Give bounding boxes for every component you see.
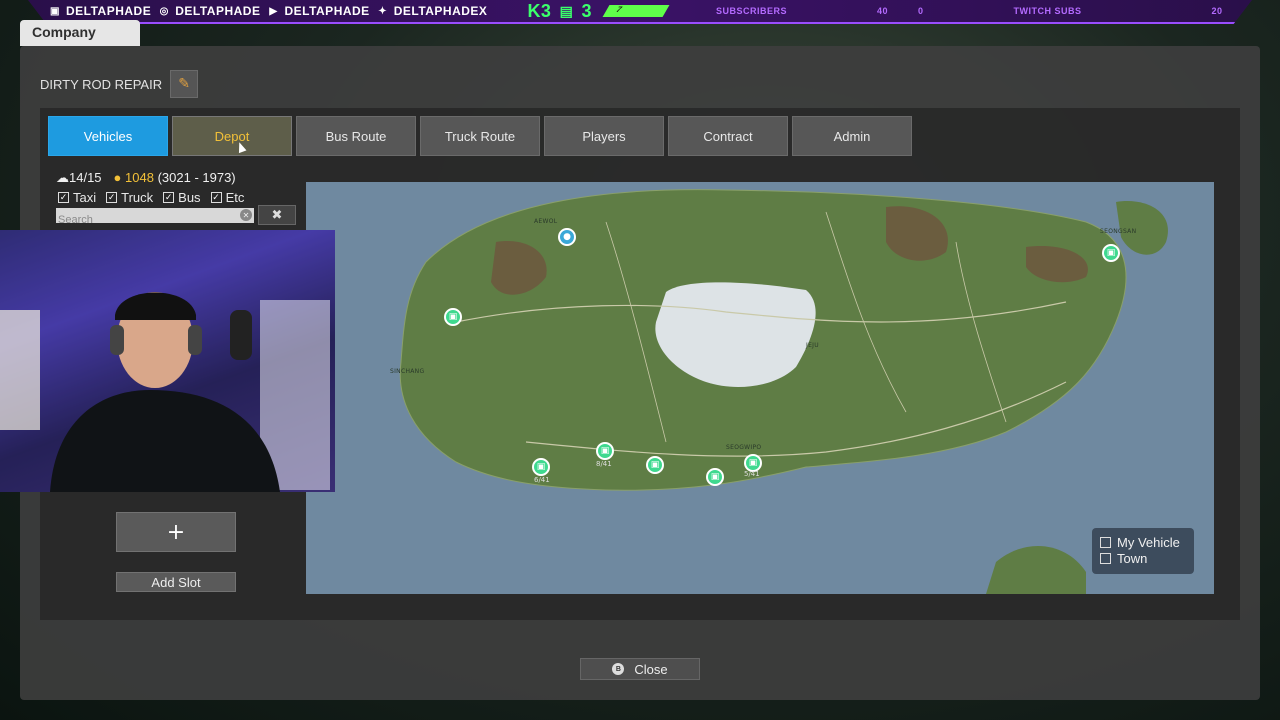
tab-truck-route[interactable]: Truck Route (420, 116, 540, 156)
stats-row: ☁14/15 ● 1048 (3021 - 1973) (56, 170, 236, 186)
legend-my-vehicle-label: My Vehicle (1117, 534, 1180, 550)
tab-bar: Vehicles Depot Bus Route Truck Route Pla… (48, 116, 912, 156)
chat-stat: 3 (581, 0, 592, 21)
tab-contract[interactable]: Contract (668, 116, 788, 156)
bus-stop-marker[interactable]: ▣ (706, 468, 724, 486)
filter-bus-label: Bus (178, 190, 201, 205)
coin-value: 1048 (125, 170, 154, 185)
vehicle-count: ☁14/15 (56, 170, 102, 186)
bus-stop-marker[interactable]: ▣ (444, 308, 462, 326)
subscribers-label: SUBSCRIBERS (715, 6, 787, 16)
town-label: SINCHANG (390, 368, 425, 375)
vehicle-count-value: 14/15 (69, 170, 102, 185)
filter-truck-label: Truck (121, 190, 154, 205)
add-slot-button[interactable]: Add Slot (116, 572, 236, 592)
bus-stop-marker[interactable]: ▣ (1102, 244, 1120, 262)
social-youtube: ▶ DELTAPHADE (266, 4, 369, 18)
tab-bus-route[interactable]: Bus Route (296, 116, 416, 156)
wrench-icon: ✖ (271, 207, 283, 223)
bus-stop-marker[interactable]: ▣ (646, 456, 664, 474)
filter-truck[interactable]: ✓ Truck (106, 190, 153, 205)
search-input[interactable] (56, 212, 236, 228)
location-pin-marker[interactable]: ● (558, 228, 576, 246)
close-label: Close (634, 661, 668, 677)
town-label: AEWOL (534, 218, 558, 225)
coin-range: (3021 - 1973) (157, 170, 236, 185)
company-tab[interactable]: Company (20, 20, 140, 46)
social-handles: ▣ DELTAPHADE ◎ DELTAPHADE ▶ DELTAPHADE ✦… (48, 4, 487, 18)
filter-etc[interactable]: ✓ Etc (210, 190, 245, 205)
company-name: DIRTY ROD REPAIR (40, 76, 163, 92)
checkbox-taxi[interactable]: ✓ (58, 192, 69, 203)
company-header: DIRTY ROD REPAIR ✎ (40, 70, 199, 98)
town-label: SEOGWIPO (726, 444, 762, 451)
tools-button[interactable]: ✖ (258, 205, 296, 225)
route-label: 8/41 (596, 460, 612, 468)
checkbox-etc[interactable]: ✓ (210, 192, 222, 203)
tab-vehicles[interactable]: Vehicles (48, 116, 168, 156)
clear-icon[interactable]: ✕ (240, 209, 252, 221)
twitter-icon: ✦ (378, 5, 388, 17)
social-instagram: ◎ DELTAPHADE (157, 4, 260, 18)
town-label: JEJU (806, 342, 819, 349)
tab-depot[interactable]: Depot (172, 116, 292, 156)
subscribers-a: 40 (876, 6, 888, 16)
social-twitter: ✦ DELTAPHADEX (376, 4, 488, 18)
webcam-person-graphic (0, 230, 335, 492)
bus-stop-marker[interactable]: ▣ (532, 458, 550, 476)
twitch-icon: ▣ (50, 5, 60, 17)
instagram-handle: DELTAPHADE (175, 4, 261, 18)
add-vehicle-button[interactable]: + (116, 512, 236, 552)
checkbox-town[interactable] (1100, 552, 1111, 564)
depot-map[interactable]: ▣ ▣ ▣ ▣ ▣ ▣ ▣ ● 8/41 6/41 5/41 AEWOL SIN… (306, 182, 1214, 594)
legend-town-label: Town (1117, 550, 1148, 566)
route-label: 5/41 (744, 470, 760, 478)
overlay-meter: 7 SUBSCRIBERS 40 0 TWITCH SUBS 20 (602, 5, 1223, 17)
southern-island (986, 545, 1086, 594)
filter-taxi-label: Taxi (73, 190, 97, 205)
overlay-stats: K3 ▤ 3 (527, 1, 592, 22)
island-map-graphic (399, 189, 1168, 594)
edit-name-button[interactable]: ✎ (170, 70, 199, 98)
coin-icon: ● (113, 170, 122, 185)
coin-stat: ● 1048 (3021 - 1973) (114, 170, 236, 186)
tab-admin[interactable]: Admin (792, 116, 912, 156)
twitter-handle: DELTAPHADEX (393, 4, 488, 18)
filter-etc-label: Etc (225, 190, 245, 205)
bus-stop-marker[interactable]: ▣ (596, 442, 614, 460)
overlay-progress-value: 7 (614, 5, 625, 14)
edit-icon: ✎ (178, 76, 190, 92)
stream-overlay-bar: ▣ DELTAPHADE ◎ DELTAPHADE ▶ DELTAPHADE ✦… (28, 0, 1252, 24)
instagram-icon: ◎ (159, 5, 169, 17)
checkbox-truck[interactable]: ✓ (106, 192, 118, 203)
youtube-handle: DELTAPHADE (284, 4, 370, 18)
vehicle-icon: ☁ (56, 170, 69, 185)
filter-taxi[interactable]: ✓ Taxi (58, 190, 96, 205)
vehicle-filters: ✓ Taxi ✓ Truck ✓ Bus ✓ Etc (58, 190, 244, 205)
twitch-subs-value: 20 (1211, 6, 1223, 16)
youtube-icon: ▶ (269, 5, 278, 17)
checkbox-my-vehicle[interactable] (1100, 536, 1111, 548)
webcam-overlay (0, 230, 335, 492)
checkbox-bus[interactable]: ✓ (163, 192, 175, 203)
map-legend: My Vehicle Town (1092, 528, 1194, 574)
filter-bus[interactable]: ✓ Bus (163, 190, 201, 205)
search-box: ✕ (56, 208, 254, 228)
overlay-progress: 7 (602, 5, 670, 17)
twitch-handle: DELTAPHADE (66, 4, 152, 18)
route-label: 6/41 (534, 476, 550, 484)
social-twitch: ▣ DELTAPHADE (48, 4, 151, 18)
town-label: SEONGSAN (1100, 228, 1137, 235)
chat-icon: ▤ (559, 2, 574, 19)
legend-town[interactable]: Town (1100, 550, 1186, 566)
tab-players[interactable]: Players (544, 116, 664, 156)
legend-my-vehicle[interactable]: My Vehicle (1100, 534, 1186, 550)
subscribers-b: 0 (918, 6, 924, 16)
b-button-icon: B (612, 663, 625, 675)
twitch-subs-label: TWITCH SUBS (1013, 6, 1082, 16)
close-button[interactable]: B Close (580, 658, 700, 680)
kick-stat: K3 (527, 0, 552, 21)
